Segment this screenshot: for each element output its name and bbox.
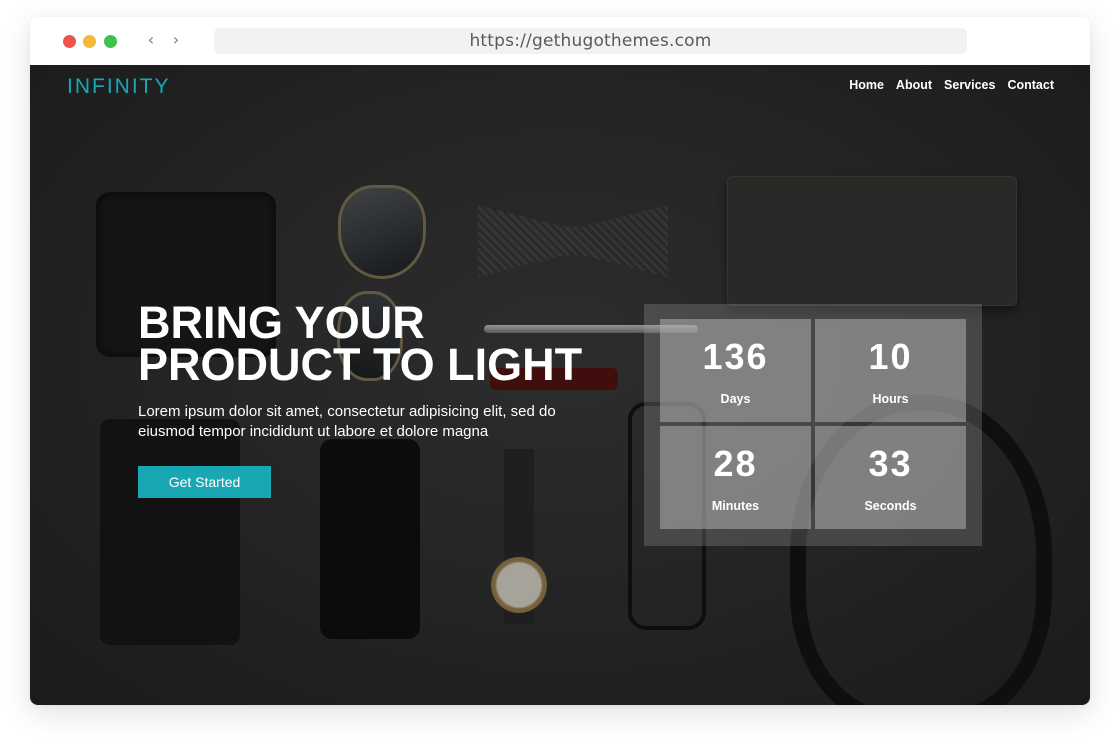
hero-subtitle-line-2: eiusmod tempor incididunt ut labore et d… (138, 423, 489, 440)
maximize-window-button[interactable] (104, 35, 117, 48)
bowtie-image (478, 205, 668, 277)
site-logo[interactable]: INFINITY (67, 75, 171, 99)
countdown-minutes: 28 Minutes (660, 426, 811, 529)
countdown-days: 136 Days (660, 319, 811, 422)
countdown-minutes-label: Minutes (711, 499, 760, 513)
countdown-hours-label: Hours (872, 392, 909, 406)
hero-title: BRING YOUR PRODUCT TO LIGHT (138, 300, 618, 387)
nav-contact-link[interactable]: Contact (1007, 78, 1054, 92)
nav-about-link[interactable]: About (896, 78, 932, 92)
countdown-seconds-value: 33 (868, 443, 913, 484)
get-started-button[interactable]: Get Started (138, 466, 271, 498)
forward-arrow-icon[interactable]: › (169, 30, 183, 50)
hero-subtitle: Lorem ipsum dolor sit amet, consectetur … (138, 402, 598, 442)
close-window-button[interactable] (63, 35, 76, 48)
minimize-window-button[interactable] (83, 35, 96, 48)
notebook-image (728, 177, 1016, 305)
hero-subtitle-line-1: Lorem ipsum dolor sit amet, consectetur … (138, 403, 556, 420)
countdown-timer: 136 Days 10 Hours 28 Minutes 33 Seconds (644, 304, 982, 546)
smartphone-image (320, 439, 420, 639)
sunglasses-image (338, 185, 426, 279)
browser-window: ‹ › https://gethugothemes.com INFINITY H… (30, 17, 1090, 705)
browser-titlebar: ‹ › https://gethugothemes.com (30, 17, 1090, 65)
nav-home-link[interactable]: Home (849, 78, 884, 92)
countdown-days-value: 136 (702, 336, 769, 377)
countdown-minutes-value: 28 (713, 443, 758, 484)
back-arrow-icon[interactable]: ‹ (144, 30, 158, 50)
phone-case-image (100, 419, 240, 645)
countdown-days-label: Days (720, 392, 751, 406)
hero-title-line-2: PRODUCT TO LIGHT (138, 339, 583, 390)
main-navigation: Home About Services Contact (849, 78, 1054, 92)
countdown-seconds-label: Seconds (864, 499, 917, 513)
countdown-hours-value: 10 (868, 336, 913, 377)
page-viewport: INFINITY Home About Services Contact BRI… (30, 65, 1090, 705)
watch-face-image (491, 557, 547, 613)
nav-services-link[interactable]: Services (944, 78, 995, 92)
address-bar[interactable]: https://gethugothemes.com (214, 28, 967, 54)
countdown-seconds: 33 Seconds (815, 426, 966, 529)
countdown-hours: 10 Hours (815, 319, 966, 422)
